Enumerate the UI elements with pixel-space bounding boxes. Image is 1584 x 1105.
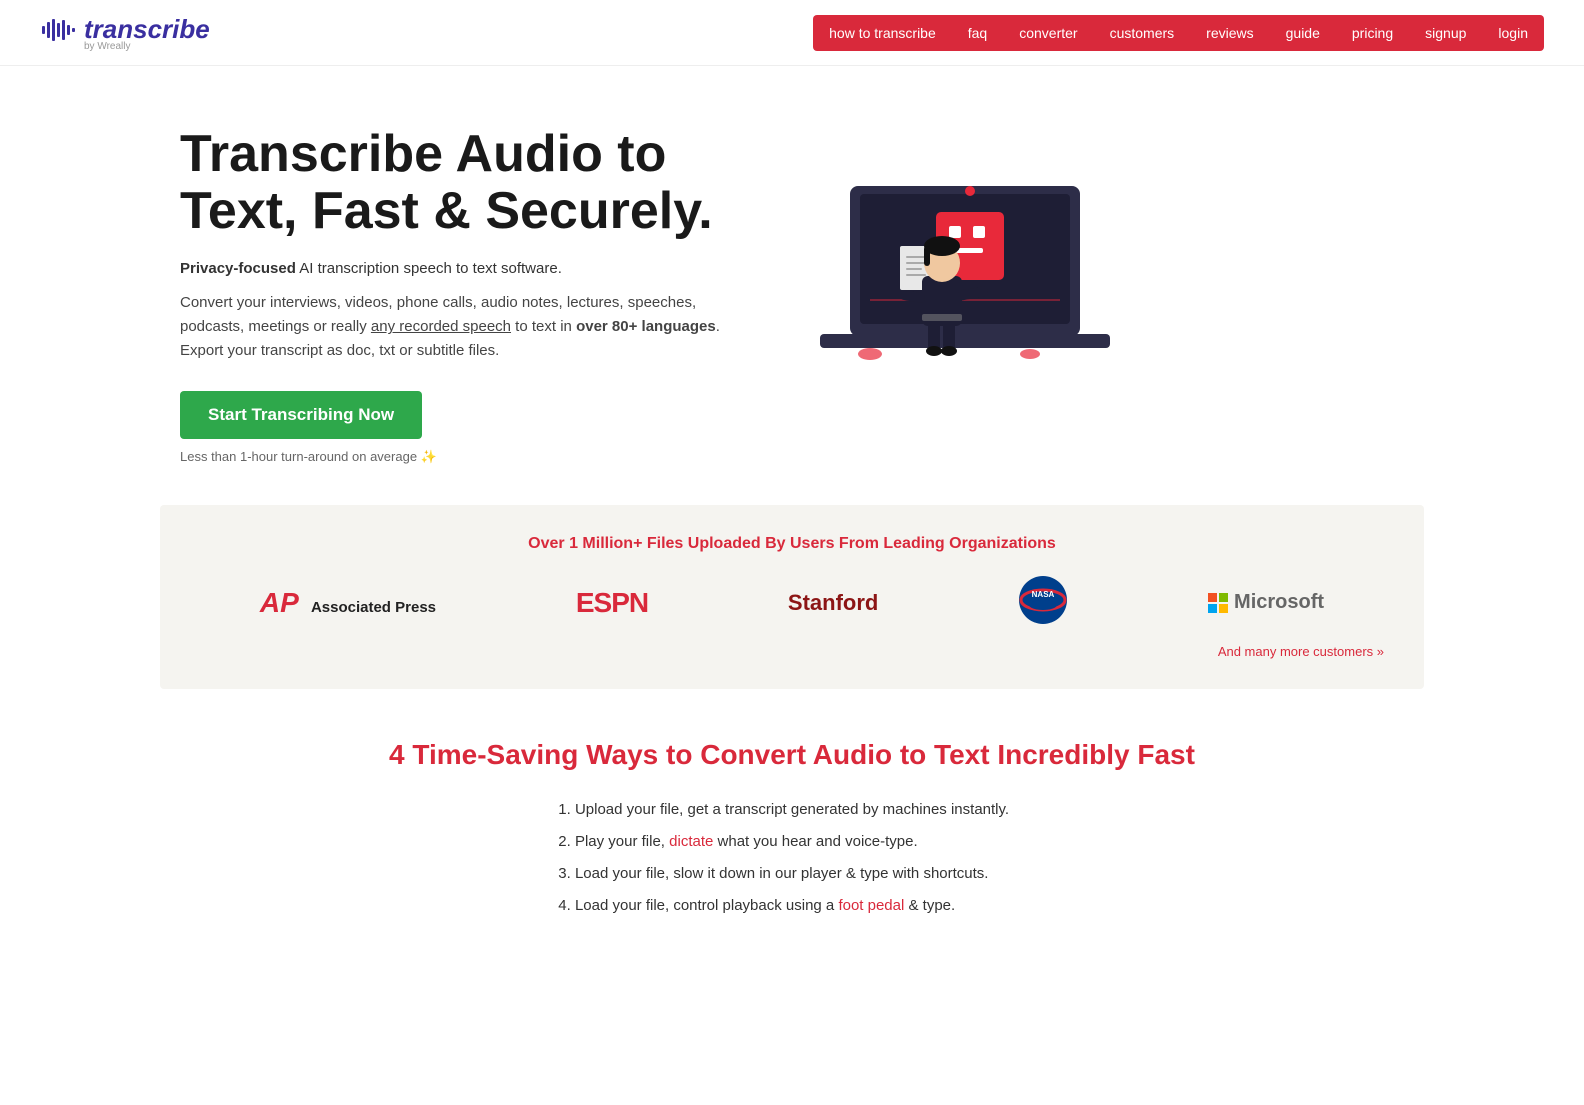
hero-text-block: Transcribe Audio to Text, Fast & Securel… xyxy=(180,126,740,465)
logos-heading: Over 1 Million+ Files Uploaded By Users … xyxy=(200,535,1384,553)
way-item-2: Play your file, dictate what you hear an… xyxy=(575,827,1009,857)
logo-icon xyxy=(40,12,76,53)
hero-title: Transcribe Audio to Text, Fast & Securel… xyxy=(180,126,740,240)
hero-subtitle: Privacy-focused AI transcription speech … xyxy=(180,260,740,277)
nav-item-customers[interactable]: customers xyxy=(1094,15,1191,51)
header: transcribe by Wreally how to transcribe … xyxy=(0,0,1584,66)
logos-wrapper: Over 1 Million+ Files Uploaded By Users … xyxy=(0,505,1584,689)
nav-item-reviews[interactable]: reviews xyxy=(1190,15,1269,51)
dictate-link[interactable]: dictate xyxy=(669,833,713,850)
logos-row: AP Associated Press ESPN Stanford NASA xyxy=(200,575,1384,630)
nav-item-converter[interactable]: converter xyxy=(1003,15,1093,51)
nav-item-pricing[interactable]: pricing xyxy=(1336,15,1409,51)
logos-section: Over 1 Million+ Files Uploaded By Users … xyxy=(160,505,1424,689)
hero-desc-middle: to text in xyxy=(511,318,576,335)
nav-item-signup[interactable]: signup xyxy=(1409,15,1482,51)
nav-item-guide[interactable]: guide xyxy=(1270,15,1336,51)
logo-nasa: NASA xyxy=(1018,575,1068,630)
ways-list: Upload your file, get a transcript gener… xyxy=(575,795,1009,923)
hero-section: Transcribe Audio to Text, Fast & Securel… xyxy=(0,66,1584,505)
cta-note: Less than 1-hour turn-around on average … xyxy=(180,449,740,465)
more-customers-link[interactable]: And many more customers » xyxy=(200,644,1384,659)
main-nav: how to transcribe faq converter customer… xyxy=(813,15,1544,51)
ways-title: 4 Time-Saving Ways to Convert Audio to T… xyxy=(180,739,1404,771)
nav-item-how-to-transcribe[interactable]: how to transcribe xyxy=(813,15,952,51)
svg-text:NASA: NASA xyxy=(1032,590,1055,599)
ways-section: 4 Time-Saving Ways to Convert Audio to T… xyxy=(0,689,1584,953)
nav-item-faq[interactable]: faq xyxy=(952,15,1003,51)
hero-subtitle-rest: AI transcription speech to text software… xyxy=(296,260,562,277)
logo-by: by Wreally xyxy=(84,41,131,52)
hero-subtitle-bold: Privacy-focused xyxy=(180,260,296,277)
logo-stanford: Stanford xyxy=(788,590,878,616)
cta-button[interactable]: Start Transcribing Now xyxy=(180,391,422,439)
logo-microsoft: Microsoft xyxy=(1208,591,1324,614)
logo-espn: ESPN xyxy=(576,587,648,619)
logo-link[interactable]: transcribe by Wreally xyxy=(40,12,210,53)
way-item-3: Load your file, slow it down in our play… xyxy=(575,859,1009,889)
nav-item-login[interactable]: login xyxy=(1482,15,1544,51)
any-recorded-speech-link[interactable]: any recorded speech xyxy=(371,318,511,335)
way-item-4: Load your file, control playback using a… xyxy=(575,891,1009,921)
hero-description: Convert your interviews, videos, phone c… xyxy=(180,291,740,363)
logo-ap: AP Associated Press xyxy=(260,587,436,619)
foot-pedal-link[interactable]: foot pedal xyxy=(838,897,904,914)
way-item-1: Upload your file, get a transcript gener… xyxy=(575,795,1009,825)
hero-desc-bold: over 80+ languages xyxy=(576,318,716,335)
hero-illustration xyxy=(780,106,1140,376)
